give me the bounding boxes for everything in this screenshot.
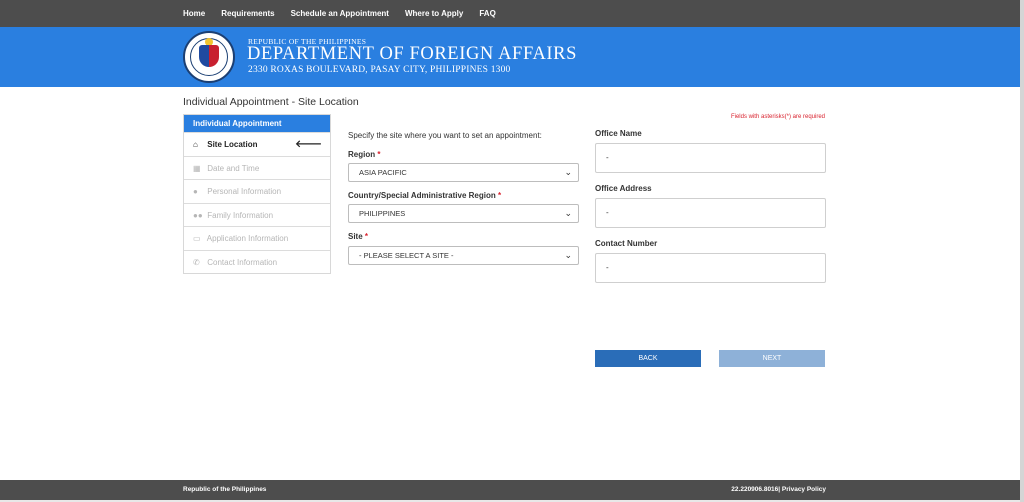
back-button[interactable]: BACK xyxy=(595,350,701,367)
home-icon: ⌂ xyxy=(193,140,198,149)
step-contact-information: ✆ Contact Information xyxy=(184,249,330,274)
office-name-label: Office Name xyxy=(595,129,642,138)
dfa-seal-logo xyxy=(183,31,235,83)
country-label: Country/Special Administrative Region * xyxy=(348,191,501,200)
chevron-down-icon: ⌄ xyxy=(564,250,572,260)
steps-sidebar: Individual Appointment ⌂ Site Location 🡐… xyxy=(183,114,331,274)
step-date-and-time: ▦ Date and Time xyxy=(184,155,330,180)
nav-schedule-appointment[interactable]: Schedule an Appointment xyxy=(291,0,389,27)
country-selected-value: PHILIPPINES xyxy=(359,209,406,218)
seal-shield xyxy=(199,45,219,67)
step-label: Personal Information xyxy=(207,187,282,196)
step-application-information: ▭ Application Information xyxy=(184,226,330,250)
group-icon: ●● xyxy=(193,210,203,220)
steps-header: Individual Appointment xyxy=(184,115,330,132)
department-address: 2330 ROXAS BOULEVARD, PASAY CITY, PHILIP… xyxy=(248,65,511,75)
step-personal-information: ● Personal Information xyxy=(184,179,330,203)
person-icon: ● xyxy=(193,187,198,196)
contact-number-label: Contact Number xyxy=(595,239,658,248)
step-label: Contact Information xyxy=(207,257,278,267)
required-asterisk: * xyxy=(377,150,381,159)
nav-requirements[interactable]: Requirements xyxy=(221,0,274,27)
site-label: Site * xyxy=(348,232,368,241)
next-button[interactable]: NEXT xyxy=(719,350,825,367)
region-label-text: Region xyxy=(348,150,376,159)
arrow-left-icon: 🡐 xyxy=(295,139,322,150)
office-address-label: Office Address xyxy=(595,184,652,193)
chevron-down-icon: ⌄ xyxy=(564,208,572,218)
required-asterisk: * xyxy=(497,191,502,200)
country-select[interactable]: PHILIPPINES ⌄ xyxy=(348,204,579,223)
site-label-text: Site xyxy=(348,232,363,241)
step-family-information: ●● Family Information xyxy=(184,202,330,227)
step-label: Application Information xyxy=(206,234,289,243)
page-title: Individual Appointment - Site Location xyxy=(183,96,359,108)
region-selected-value: ASIA PACIFIC xyxy=(359,168,407,177)
step-site-location[interactable]: ⌂ Site Location 🡐 xyxy=(184,132,330,156)
site-selected-value: - PLEASE SELECT A SITE - xyxy=(359,251,454,260)
top-nav: Home Requirements Schedule an Appointmen… xyxy=(0,0,1024,27)
nav-menu: Home Requirements Schedule an Appointmen… xyxy=(183,0,512,27)
contact-number-field: - xyxy=(595,253,826,283)
required-fields-note: Fields with asterisks(*) are required xyxy=(730,114,825,120)
footer: Republic of the Philippines 22.220906.80… xyxy=(0,480,1024,500)
nav-home[interactable]: Home xyxy=(183,0,205,27)
region-label: Region * xyxy=(348,150,380,159)
step-label: Site Location xyxy=(207,140,258,149)
site-select[interactable]: - PLEASE SELECT A SITE - ⌄ xyxy=(348,246,579,265)
country-label-text: Country/Special Administrative Region xyxy=(348,191,496,200)
site-instruction: Specify the site where you want to set a… xyxy=(348,131,542,140)
nav-where-to-apply[interactable]: Where to Apply xyxy=(405,0,463,27)
required-asterisk: * xyxy=(364,232,369,241)
region-select[interactable]: ASIA PACIFIC ⌄ xyxy=(348,163,579,182)
scrollbar[interactable] xyxy=(1020,0,1024,502)
office-name-field: - xyxy=(595,143,826,173)
header-banner: REPUBLIC OF THE PHILIPPINES DEPARTMENT O… xyxy=(0,27,1024,87)
footer-republic: Republic of the Philippines xyxy=(183,486,267,493)
step-label: Family Information xyxy=(207,210,274,220)
step-label: Date and Time xyxy=(207,163,260,173)
footer-version-privacy[interactable]: 22.220906.8016| Privacy Policy xyxy=(731,486,826,493)
nav-faq[interactable]: FAQ xyxy=(479,0,495,27)
department-title: DEPARTMENT OF FOREIGN AFFAIRS xyxy=(247,44,578,64)
office-address-field: - xyxy=(595,198,826,228)
chevron-down-icon: ⌄ xyxy=(564,167,572,177)
calendar-icon: ▦ xyxy=(193,163,201,173)
card-icon: ▭ xyxy=(193,234,201,243)
phone-icon: ✆ xyxy=(193,257,200,267)
